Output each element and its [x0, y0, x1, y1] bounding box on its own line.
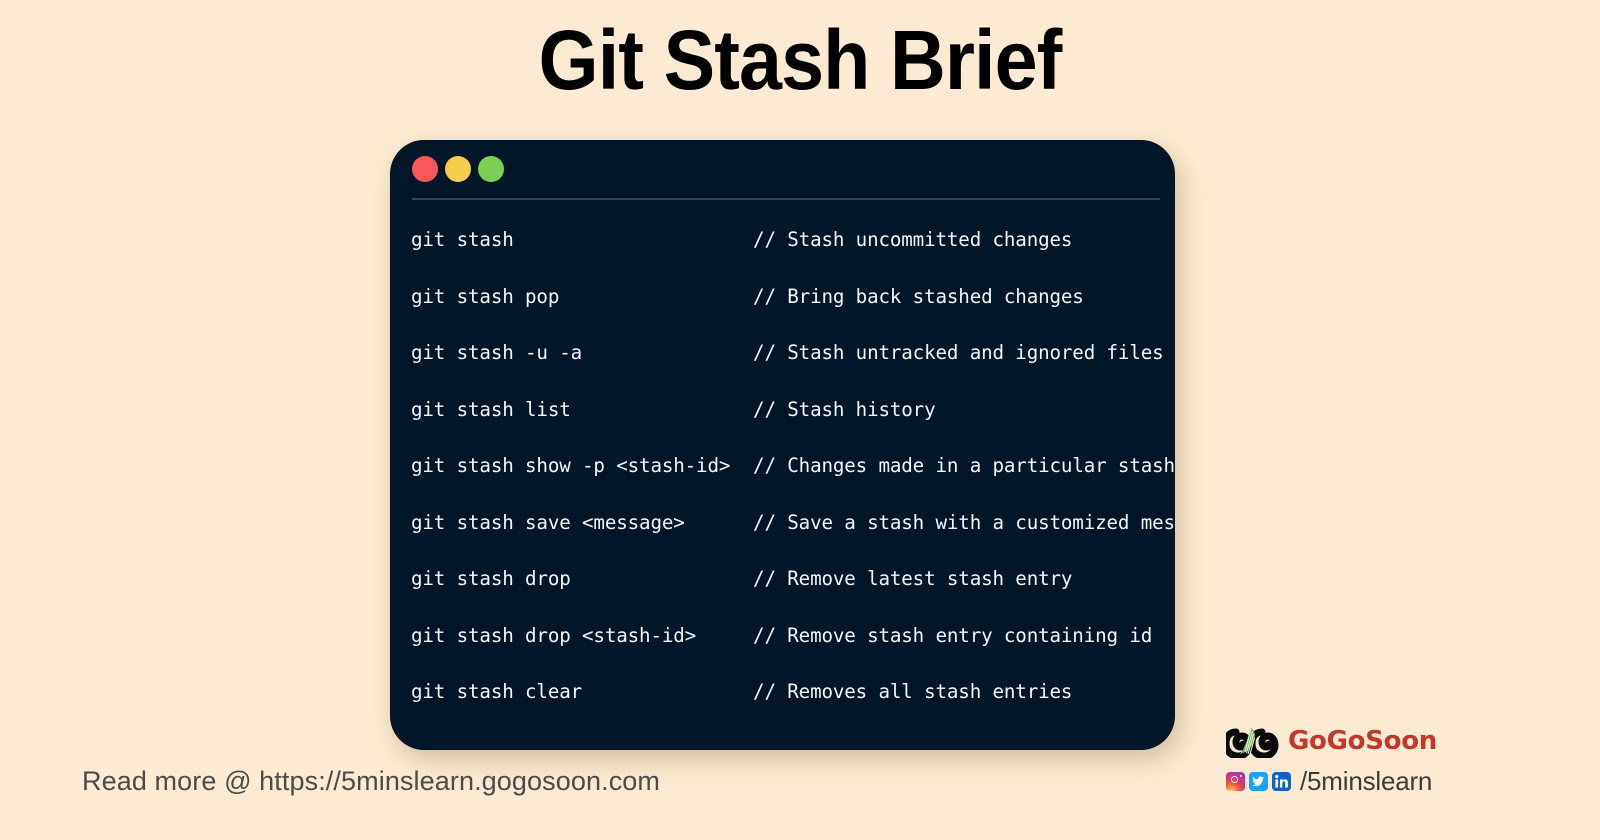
page-title: Git Stash Brief: [538, 13, 1063, 107]
code-line: git stash // Stash uncommitted changes: [411, 228, 1073, 251]
code-line: git stash drop <stash-id> // Remove stas…: [411, 623, 1153, 647]
code-line: git stash -u -a // Stash untracked and i…: [411, 341, 1164, 364]
code-line: git stash save <message> // Save a stash…: [411, 510, 1175, 534]
terminal-title-bar: [390, 140, 1175, 198]
instagram-icon[interactable]: [1226, 771, 1245, 791]
gogosoon-logo-icon: [1222, 724, 1284, 760]
read-more-link[interactable]: Read more @ https://5minslearn.gogosoon.…: [82, 766, 660, 797]
brand-logo-row: GoGoSoon: [1222, 722, 1437, 760]
brand-social-row: /5minslearn: [1226, 764, 1432, 798]
terminal-window: git stash // Stash uncommitted changes gi…: [390, 140, 1175, 750]
window-maximize-button[interactable]: [478, 156, 504, 182]
brand-handle: /5minslearn: [1300, 765, 1433, 796]
code-line: git stash clear // Removes all stash ent…: [411, 680, 1073, 703]
window-close-button[interactable]: [412, 156, 438, 182]
brand-block: GoGoSoon /5minslearn: [1222, 722, 1437, 798]
window-minimize-button[interactable]: [445, 156, 471, 182]
code-line: git stash drop // Remove latest stash en…: [411, 567, 1073, 590]
twitter-icon[interactable]: [1249, 771, 1268, 791]
terminal-divider: [412, 198, 1160, 200]
terminal-code-block: git stash // Stash uncommitted changes gi…: [411, 212, 1175, 721]
code-line: git stash list // Stash history: [411, 397, 936, 421]
code-line: git stash pop // Bring back stashed chan…: [411, 284, 1084, 308]
linkedin-icon[interactable]: [1272, 771, 1291, 791]
code-line: git stash show -p <stash-id> // Changes …: [411, 454, 1175, 477]
brand-name: GoGoSoon: [1288, 726, 1437, 756]
